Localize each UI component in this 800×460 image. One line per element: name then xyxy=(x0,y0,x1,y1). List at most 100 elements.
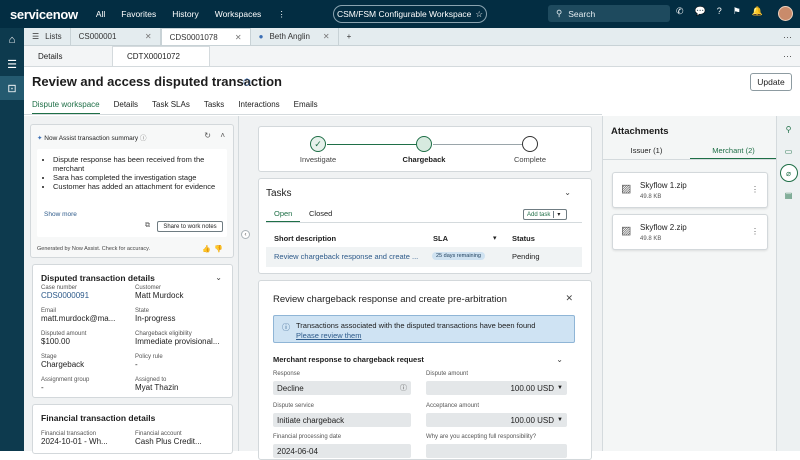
case-number-link[interactable]: CDS0000091 xyxy=(41,291,129,300)
review-link[interactable]: Please review them xyxy=(296,331,361,340)
nav-history[interactable]: History xyxy=(164,9,206,20)
nav-favorites[interactable]: Favorites xyxy=(113,9,164,20)
close-icon[interactable]: ✕ xyxy=(565,293,573,304)
attachment-card[interactable]: ▨ Skyflow 2.zip 49.8 KB ⋮ xyxy=(612,214,768,250)
phone-icon[interactable]: ✆ xyxy=(676,6,684,17)
add-task-label: Add task xyxy=(527,211,551,218)
list-icon: ☰ xyxy=(32,32,40,41)
nav-workspaces[interactable]: Workspaces xyxy=(207,9,270,20)
tag-icon[interactable]: ⬡ xyxy=(243,77,251,88)
servicenow-logo[interactable]: servicenow xyxy=(10,7,78,22)
user-avatar[interactable] xyxy=(778,6,793,21)
attachment-size: 49.8 KB xyxy=(640,236,662,242)
agent-assist-icon[interactable]: ⚲ xyxy=(777,118,800,140)
chevron-down-icon[interactable]: ⌄ xyxy=(556,355,563,364)
tab-details[interactable]: Details xyxy=(24,46,112,66)
field-value: Chargeback xyxy=(41,360,85,369)
list-icon[interactable]: ☰ xyxy=(0,52,24,76)
tab-cs000001[interactable]: CS000001 ✕ xyxy=(71,28,161,45)
more-icon[interactable]: ⋯ xyxy=(783,51,792,62)
column-status[interactable]: Status xyxy=(512,234,535,243)
notifications-icon[interactable]: ⚑ xyxy=(733,6,741,17)
tab-cds0001078[interactable]: CDS0001078 ✕ xyxy=(160,28,251,45)
stage-connector xyxy=(327,144,425,145)
tab-tasks[interactable]: Tasks xyxy=(204,100,224,115)
attachments-panel: Attachments Issuer (1) Merchant (2) xyxy=(602,116,777,451)
thumbs-down-icon[interactable]: 👎 xyxy=(214,245,223,253)
tab-label: CS000001 xyxy=(78,32,117,41)
table-row[interactable]: Review chargeback response and create ..… xyxy=(266,247,582,267)
chevron-down-icon[interactable]: ⌄ xyxy=(215,273,222,282)
dispute-amount-field[interactable]: 100.00 USD ▼ xyxy=(426,381,567,395)
sort-icon[interactable]: ▾ xyxy=(493,234,497,242)
close-icon[interactable]: ✕ xyxy=(235,33,242,42)
attachment-card[interactable]: ▨ Skyflow 1.zip 49.8 KB ⋮ xyxy=(612,172,768,208)
chevron-down-icon[interactable]: ⌄ xyxy=(564,188,571,197)
column-sla[interactable]: SLA xyxy=(433,234,448,243)
add-task-button[interactable]: Add task ▾ xyxy=(523,209,567,220)
help-icon[interactable]: ? xyxy=(717,6,722,17)
workspace-selector[interactable]: CSM/FSM Configurable Workspace ☆ xyxy=(333,5,487,23)
column-short-description[interactable]: Short description xyxy=(274,234,336,243)
responsibility-field[interactable] xyxy=(426,444,567,458)
thumbs-up-icon[interactable]: 👍 xyxy=(202,245,211,253)
now-assist-summary-card: ✦ Now Assist transaction summary ⓘ ↻ ˄ D… xyxy=(30,124,234,258)
nav-all[interactable]: All xyxy=(88,9,113,20)
attachment-icon[interactable]: ⌀ xyxy=(779,164,798,182)
copy-icon[interactable]: ⧉ xyxy=(145,222,150,230)
show-more-link[interactable]: Show more xyxy=(44,211,77,218)
attachment-name: Skyflow 2.zip xyxy=(640,223,687,232)
chevron-down-icon[interactable]: ▼ xyxy=(557,385,563,391)
field-label: Dispute amount xyxy=(426,371,469,377)
chevron-up-icon[interactable]: ˄ xyxy=(220,131,225,140)
add-tab-icon[interactable]: + xyxy=(339,28,360,45)
financial-processing-date-field[interactable]: 2024-06-04 xyxy=(273,444,411,458)
collapse-panel-icon[interactable]: ‹ xyxy=(241,230,250,239)
field-stage: Stage Chargeback xyxy=(41,354,129,369)
tab-interactions[interactable]: Interactions xyxy=(238,100,279,115)
tab-dispute-workspace[interactable]: Dispute workspace xyxy=(32,100,100,115)
tab-details[interactable]: Details xyxy=(114,100,138,115)
chevron-down-icon[interactable]: ▾ xyxy=(553,211,563,218)
tasks-title: Tasks xyxy=(266,188,292,199)
folder-icon[interactable]: ▭ xyxy=(777,140,800,162)
dispute-service-field[interactable]: Initiate chargeback xyxy=(273,413,411,427)
more-options-icon[interactable]: ⋮ xyxy=(751,185,759,194)
refresh-icon[interactable]: ↻ xyxy=(204,131,211,140)
more-options-icon[interactable]: ⋮ xyxy=(751,227,759,236)
info-icon[interactable]: ⓘ xyxy=(140,135,147,142)
tab-closed[interactable]: Closed xyxy=(309,209,332,218)
field-value: - xyxy=(41,383,44,392)
tab-issuer[interactable]: Issuer (1) xyxy=(603,146,690,159)
response-select[interactable]: Decline ⓘ xyxy=(273,381,411,395)
image-file-icon: ▨ xyxy=(621,183,632,195)
update-button[interactable]: Update xyxy=(750,73,792,91)
info-icon[interactable]: ⓘ xyxy=(400,383,407,393)
bell-icon[interactable]: 🔔 xyxy=(752,6,763,17)
tab-emails[interactable]: Emails xyxy=(294,100,318,115)
star-icon[interactable]: ☆ xyxy=(475,9,483,20)
tab-beth-anglin[interactable]: ● Beth Anglin ✕ xyxy=(251,28,339,45)
tab-merchant[interactable]: Merchant (2) xyxy=(690,146,777,160)
tab-task-slas[interactable]: Task SLAs xyxy=(152,100,190,115)
acceptance-amount-field[interactable]: 100.00 USD ▼ xyxy=(426,413,567,427)
task-status: Pending xyxy=(512,252,540,261)
field-customer: Customer Matt Murdock xyxy=(135,285,223,300)
close-icon[interactable]: ✕ xyxy=(145,32,152,41)
share-to-work-notes-button[interactable]: Share to work notes xyxy=(157,221,223,232)
global-search[interactable]: ⚲ Search xyxy=(548,5,670,22)
summary-bullet: Sara has completed the investigation sta… xyxy=(53,173,221,182)
tab-lists[interactable]: ☰ Lists xyxy=(24,28,71,45)
tab-open[interactable]: Open xyxy=(266,209,301,223)
more-menu-icon[interactable]: ⋮ xyxy=(269,9,294,20)
close-icon[interactable]: ✕ xyxy=(323,32,330,41)
document-icon[interactable]: ▤ xyxy=(777,184,800,206)
tab-cdtx0001072[interactable]: CDTX0001072 xyxy=(112,46,210,66)
chevron-down-icon[interactable]: ▼ xyxy=(557,417,563,423)
task-description-link[interactable]: Review chargeback response and create ..… xyxy=(274,252,418,261)
home-icon[interactable]: ⌂ xyxy=(0,28,24,52)
panel-splitter[interactable] xyxy=(238,116,239,451)
inbox-icon[interactable]: ⊡ xyxy=(0,76,24,100)
more-icon[interactable]: ⋯ xyxy=(783,32,792,43)
chat-icon[interactable]: 💬 xyxy=(695,6,706,17)
